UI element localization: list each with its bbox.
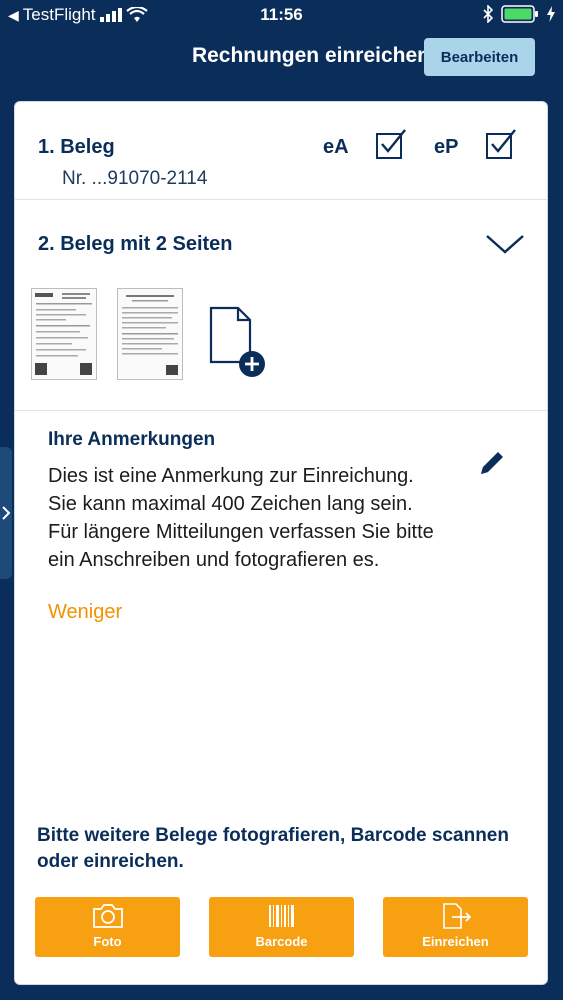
pencil-icon[interactable] — [477, 448, 507, 478]
foto-button[interactable]: Foto — [35, 897, 180, 957]
einreichen-button-label: Einreichen — [422, 934, 489, 949]
chevron-right-icon — [2, 506, 10, 520]
barcode-icon — [268, 905, 294, 927]
show-less-link[interactable]: Weniger — [48, 601, 122, 624]
foto-button-label: Foto — [93, 934, 122, 949]
notes-title: Ihre Anmerkungen — [48, 429, 216, 450]
status-right — [483, 5, 555, 23]
ep-label: eP — [434, 136, 459, 158]
content-card: 1. Beleg Nr. ...91070-2114 eA eP 2. Bele… — [14, 101, 548, 985]
document-page-icon — [35, 293, 92, 375]
submit-icon — [442, 903, 471, 929]
charging-icon — [547, 6, 555, 22]
page-thumbnail-1[interactable] — [31, 288, 97, 380]
edit-button[interactable]: Bearbeiten — [424, 38, 535, 76]
beleg-1-number: Nr. ...91070-2114 — [62, 168, 208, 189]
add-page-icon[interactable] — [208, 306, 270, 380]
side-drawer-tab[interactable] — [0, 447, 12, 579]
status-time: 11:56 — [260, 5, 303, 24]
bluetooth-icon — [483, 5, 493, 23]
beleg-2-title: 2. Beleg mit 2 Seiten — [38, 233, 233, 255]
beleg-1-title: 1. Beleg — [38, 136, 115, 158]
einreichen-button[interactable]: Einreichen — [383, 897, 528, 957]
battery-icon — [501, 5, 538, 23]
barcode-button[interactable]: Barcode — [209, 897, 354, 957]
chevron-down-icon[interactable] — [485, 230, 525, 258]
beleg-2-row: 2. Beleg mit 2 Seiten — [15, 200, 547, 411]
notes-text: Dies ist eine Anmerkung zur Einreichung.… — [48, 465, 434, 571]
barcode-button-label: Barcode — [255, 934, 308, 949]
nav-bar: Rechnungen einreichen Bearbeiten — [0, 30, 563, 86]
beleg-1-row[interactable]: 1. Beleg Nr. ...91070-2114 eA eP — [15, 102, 547, 200]
document-page-icon — [122, 295, 178, 375]
ep-checkbox-icon[interactable] — [485, 127, 519, 161]
page-thumbnail-2[interactable] — [117, 288, 183, 380]
status-bar: ◀ TestFlight 11:56 — [0, 0, 563, 30]
hint-text: Bitte weitere Belege fotografieren, Barc… — [37, 825, 509, 872]
page-title: Rechnungen einreichen — [191, 44, 430, 67]
ea-label: eA — [323, 136, 349, 158]
camera-icon — [92, 904, 123, 928]
ea-checkbox-icon[interactable] — [375, 127, 409, 161]
